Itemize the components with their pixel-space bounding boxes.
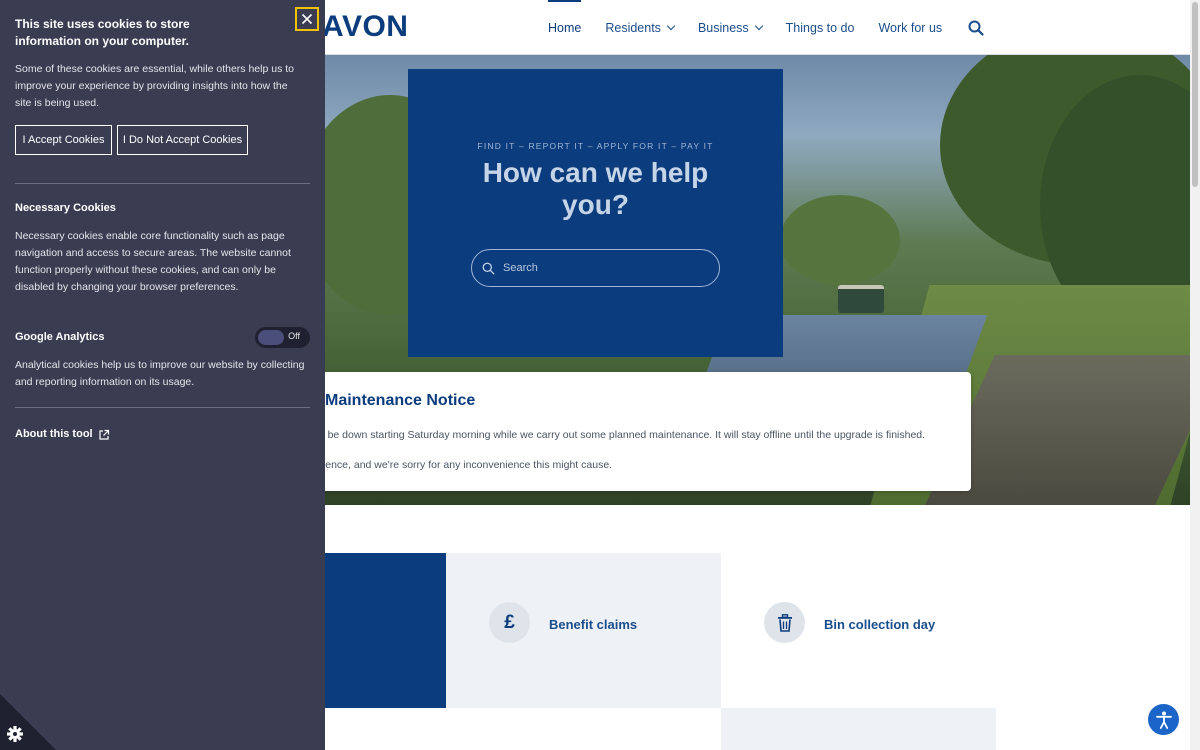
site-logo[interactable]: AVON bbox=[322, 10, 408, 44]
analytics-toggle[interactable]: Off bbox=[255, 327, 310, 348]
hero-search-input[interactable] bbox=[503, 262, 703, 274]
hero-search-box[interactable] bbox=[471, 249, 720, 287]
close-icon bbox=[301, 13, 313, 25]
tile-benefit-claims[interactable]: £ Benefit claims bbox=[446, 553, 721, 708]
accept-cookies-button[interactable]: I Accept Cookies bbox=[15, 125, 112, 155]
accessibility-icon bbox=[1155, 711, 1172, 729]
hero-boat bbox=[838, 285, 884, 313]
divider bbox=[15, 183, 310, 184]
about-this-tool-link[interactable]: About this tool bbox=[15, 426, 110, 441]
hero-title: How can we help you? bbox=[482, 157, 709, 220]
toggle-state: Off bbox=[288, 331, 300, 341]
hero-tree bbox=[780, 195, 900, 285]
gear-icon bbox=[0, 694, 56, 750]
maintenance-notice: Maintenance Notice ll be down starting S… bbox=[290, 372, 971, 491]
notice-text: tience, and we're sorry for any inconven… bbox=[320, 459, 613, 471]
necessary-cookies-text: Necessary cookies enable core functional… bbox=[15, 230, 291, 293]
external-link-icon bbox=[98, 429, 109, 440]
nav-work-for-us-label: Work for us bbox=[878, 20, 943, 35]
tile-label: Bin collection day bbox=[824, 617, 936, 632]
divider bbox=[15, 407, 310, 408]
tile-row-two[interactable] bbox=[721, 708, 996, 750]
chevron-down-icon bbox=[666, 21, 676, 31]
tile-row-two[interactable] bbox=[446, 708, 721, 750]
nav-business[interactable]: Business bbox=[697, 0, 763, 55]
hero-eyebrow: FIND IT – REPORT IT – APPLY FOR IT – PAY… bbox=[477, 141, 714, 151]
page-scrollbar[interactable] bbox=[1190, 0, 1200, 750]
cookie-panel: This site uses cookies to store informat… bbox=[0, 0, 325, 750]
nav-home-label: Home bbox=[548, 20, 582, 35]
chevron-down-icon bbox=[754, 21, 763, 31]
analytics-text: Analytical cookies help us to improve ou… bbox=[15, 359, 305, 388]
tile-bin-collection[interactable]: Bin collection day bbox=[721, 553, 996, 708]
cookie-intro: Some of these cookies are essential, whi… bbox=[15, 63, 294, 109]
accessibility-button[interactable] bbox=[1148, 704, 1179, 735]
search-icon[interactable] bbox=[968, 20, 984, 36]
nav-work-for-us[interactable]: Work for us bbox=[878, 0, 942, 55]
reject-cookies-button[interactable]: I Do Not Accept Cookies bbox=[117, 125, 248, 155]
cookie-settings-button[interactable] bbox=[0, 694, 56, 750]
main-nav: Home Residents Business Things to do Wor… bbox=[548, 0, 984, 55]
nav-residents[interactable]: Residents bbox=[605, 0, 676, 55]
nav-things-to-do-label: Things to do bbox=[785, 20, 855, 35]
bin-icon bbox=[764, 602, 805, 643]
pound-icon: £ bbox=[489, 602, 530, 643]
notice-title: Maintenance Notice bbox=[325, 392, 476, 409]
necessary-cookies-title: Necessary Cookies bbox=[15, 202, 116, 214]
about-label: About this tool bbox=[15, 427, 93, 440]
tile-label: Benefit claims bbox=[549, 617, 638, 632]
nav-things-to-do[interactable]: Things to do bbox=[786, 0, 855, 55]
cookie-heading: This site uses cookies to store informat… bbox=[15, 17, 190, 48]
hero-panel: FIND IT – REPORT IT – APPLY FOR IT – PAY… bbox=[408, 69, 783, 357]
toggle-knob bbox=[258, 330, 284, 345]
notice-text: ll be down starting Saturday morning whi… bbox=[320, 429, 926, 441]
nav-home[interactable]: Home bbox=[548, 0, 582, 55]
nav-business-label: Business bbox=[697, 20, 749, 35]
cookie-close-button[interactable] bbox=[295, 7, 319, 31]
nav-residents-label: Residents bbox=[605, 20, 661, 35]
search-icon bbox=[482, 262, 495, 274]
scrollbar-thumb[interactable] bbox=[1192, 2, 1198, 187]
analytics-title: Google Analytics bbox=[15, 331, 105, 343]
